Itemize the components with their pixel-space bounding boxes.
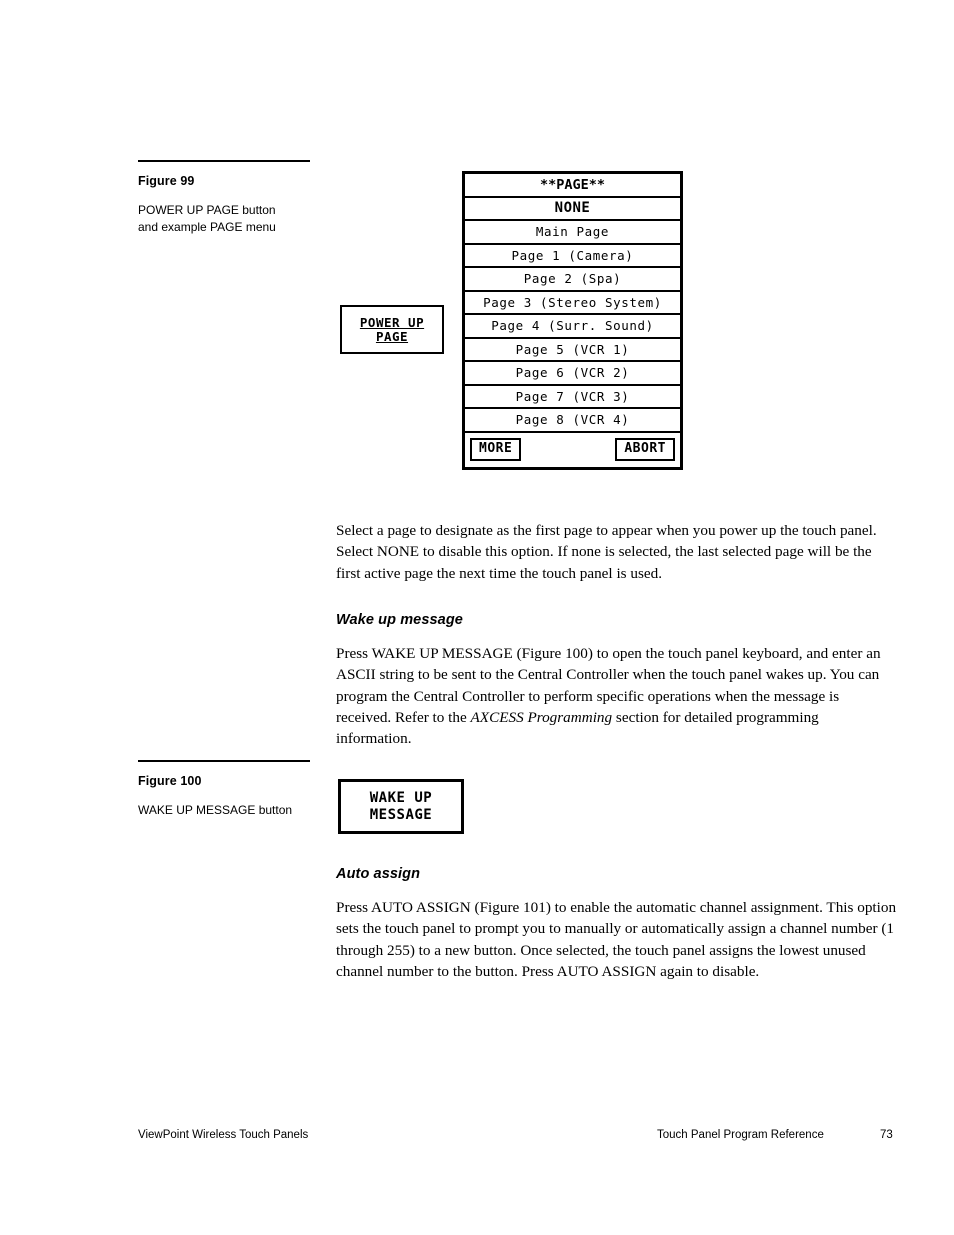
figure-100-caption-line1: WAKE UP MESSAGE button	[138, 803, 293, 817]
page-menu-item-none[interactable]: NONE	[465, 198, 680, 221]
page-menu-item-page-5[interactable]: Page 5 (VCR 1)	[465, 339, 680, 362]
power-up-page-description: Select a page to designate as the first …	[336, 520, 898, 584]
figure-100-caption-block: Figure 100 WAKE UP MESSAGE button	[138, 760, 324, 819]
page-menu-item-page-2[interactable]: Page 2 (Spa)	[465, 268, 680, 292]
figure-99-title: Figure 99	[138, 174, 195, 188]
figure-rule	[138, 160, 310, 162]
page-menu-item-page-4[interactable]: Page 4 (Surr. Sound)	[465, 315, 680, 339]
footer-section-name: Touch Panel Program Reference	[657, 1129, 824, 1141]
figure-99-caption-block: Figure 99 POWER UP PAGE button and examp…	[138, 160, 324, 236]
power-up-page-label-line2: PAGE	[375, 328, 409, 344]
power-up-page-label-line1: POWER UP	[359, 314, 425, 330]
figure-99-caption-line2: and example PAGE menu	[138, 220, 276, 234]
auto-assign-section: Auto assign	[336, 866, 898, 882]
more-button[interactable]: MORE	[470, 438, 522, 461]
page-menu-title-row: **PAGE**	[465, 174, 680, 198]
page-menu-item-label: Page 5 (VCR 1)	[515, 341, 630, 357]
figure-99-caption: POWER UP PAGE button and example PAGE me…	[138, 202, 324, 236]
paragraph-wake-up-message: Press WAKE UP MESSAGE (Figure 100) to op…	[336, 643, 898, 749]
page-menu-item-main-page[interactable]: Main Page	[465, 221, 680, 245]
wake-up-message-label-line2: MESSAGE	[369, 806, 433, 823]
page-menu-item-label: Page 1 (Camera)	[511, 247, 634, 263]
figure-100-caption: WAKE UP MESSAGE button	[138, 802, 324, 819]
page-menu-item-page-3[interactable]: Page 3 (Stereo System)	[465, 292, 680, 315]
wake-up-message-button[interactable]: WAKE UP MESSAGE	[338, 779, 464, 834]
wake-up-message-description: Press WAKE UP MESSAGE (Figure 100) to op…	[336, 643, 898, 749]
paragraph-power-up: Select a page to designate as the first …	[336, 522, 877, 582]
page-menu-item-label: Page 2 (Spa)	[523, 271, 622, 287]
wake-up-message-label-line1: WAKE UP	[369, 789, 433, 806]
page-menu-item-page-7[interactable]: Page 7 (VCR 3)	[465, 386, 680, 409]
auto-assign-heading: Auto assign	[336, 866, 421, 882]
page-menu-item-label: Page 6 (VCR 2)	[515, 365, 630, 381]
footer-page-number: 73	[880, 1129, 893, 1141]
wake-up-message-section: Wake up message	[336, 612, 898, 628]
page-menu-item-label: Page 7 (VCR 3)	[515, 388, 630, 404]
power-up-page-button[interactable]: POWER UP PAGE	[340, 305, 444, 354]
auto-assign-description: Press AUTO ASSIGN (Figure 101) to enable…	[336, 897, 898, 982]
page-menu-item-label: Page 3 (Stereo System)	[483, 294, 662, 310]
figure-99-caption-line1: POWER UP PAGE button	[138, 203, 276, 217]
page-menu-item-label: NONE	[554, 200, 591, 217]
wake-up-message-heading: Wake up message	[336, 612, 463, 628]
page-menu-item-label: Page 4 (Surr. Sound)	[491, 318, 654, 334]
page-menu-item-page-1[interactable]: Page 1 (Camera)	[465, 245, 680, 268]
footer-product-name: ViewPoint Wireless Touch Panels	[138, 1129, 309, 1141]
page-menu-title: **PAGE**	[539, 176, 606, 193]
wake-up-message-button-label: WAKE UP MESSAGE	[370, 790, 433, 824]
paragraph-auto-assign: Press AUTO ASSIGN (Figure 101) to enable…	[336, 899, 897, 980]
page-menu-item-page-6[interactable]: Page 6 (VCR 2)	[465, 362, 680, 386]
page-menu-panel[interactable]: **PAGE** NONE Main Page Page 1 (Camera) …	[462, 171, 683, 470]
page-menu-item-label: Main Page	[535, 224, 610, 240]
figure-rule	[138, 760, 310, 762]
page-menu-item-page-8[interactable]: Page 8 (VCR 4)	[465, 409, 680, 433]
axcess-programming-reference: AXCESS Programming	[470, 708, 613, 726]
page-menu-item-label: Page 8 (VCR 4)	[515, 412, 630, 428]
figure-100-title: Figure 100	[138, 774, 202, 788]
power-up-page-button-label: POWER UP PAGE	[359, 314, 425, 344]
page-menu-footer-row: MORE ABORT	[465, 433, 680, 467]
abort-button[interactable]: ABORT	[615, 438, 675, 461]
